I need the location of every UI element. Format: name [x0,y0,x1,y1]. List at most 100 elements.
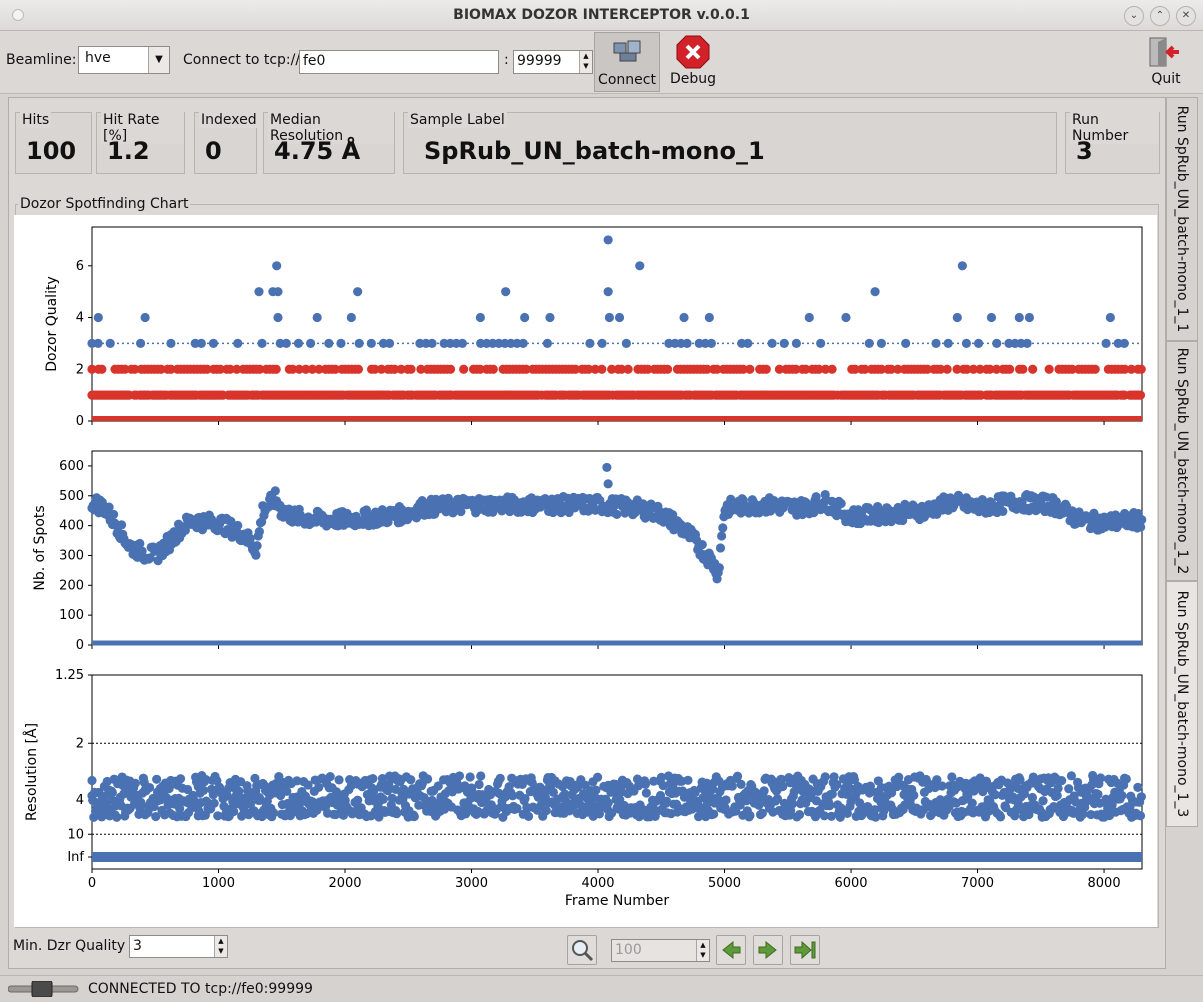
resolution-point [378,794,388,804]
quality-point [271,364,281,374]
resolution-point [727,781,737,791]
resolution-point [314,782,324,792]
sample-label-box: Sample Label SpRub_UN_batch-mono_1 [403,112,1057,174]
quality-point [1135,390,1146,400]
x-tick-label: 8000 [1088,876,1121,891]
chart-canvas[interactable]: 0 1000 2000 3000 4000 5000 6000 7000 8000 Frame N… [14,215,1157,927]
quality-point [488,364,498,374]
resolution-point [683,775,693,785]
beamline-select[interactable]: hve ▼ [78,46,170,74]
quality-point [704,312,714,323]
resolution-point [110,775,120,785]
quality-point [585,338,595,348]
quality-point [973,338,984,348]
quit-button[interactable]: Quit [1143,32,1189,92]
quality-point [804,312,814,323]
maximize-icon[interactable]: ⌃ [1150,6,1170,26]
y-tick-label: 200 [59,578,84,593]
resolution-point [995,812,1006,822]
minimize-icon[interactable]: ⌄ [1124,6,1144,26]
resolution-point [591,785,601,795]
quality-point [635,261,645,271]
quality-point [272,261,282,271]
tab-run-1[interactable]: Run SpRub_UN_batch-mono_1_1 [1166,97,1198,341]
debug-button[interactable]: Debug [666,32,720,92]
spots-point [602,462,612,473]
quality-point [281,338,291,348]
last-button[interactable] [790,935,820,965]
x-tick-label: 5000 [708,876,741,891]
quality-point [745,364,755,374]
connect-button-label: Connect [598,72,656,88]
quality-point [1101,338,1111,348]
min-quality-value: 3 [133,938,142,954]
quality-point [233,338,243,348]
quality-point [931,338,941,348]
resolution-point [476,771,486,781]
previous-button[interactable] [716,935,746,965]
connect-button[interactable]: Connect [594,32,660,92]
y-tick-label: 2 [76,736,84,751]
arrow-last-icon [794,940,816,960]
quality-point [957,261,967,271]
close-icon[interactable]: ✕ [1176,6,1196,26]
quality-point [623,364,633,374]
port-spinner[interactable]: ▲ ▼ [579,51,592,73]
resolution-point [229,806,239,817]
quality-point [1119,338,1129,348]
resolution-point [573,782,583,792]
resolution-point [140,785,150,795]
min-quality-spinner[interactable]: ▲ ▼ [214,936,227,957]
quality-point [679,312,689,323]
zoom-spinner[interactable]: ▲ ▼ [696,940,709,961]
quality-point [518,338,528,348]
quality-point [257,338,267,348]
resolution-point [983,782,993,792]
spots-point [717,531,727,541]
spots-point [109,509,119,520]
resolution-point [1096,773,1106,783]
quality-point [603,235,613,245]
indexed-value: 0 [205,137,222,165]
quality-point [1022,338,1032,348]
y-axis-label: Dozor Quality [44,276,60,372]
run-number-box: Run Number 3 [1065,112,1160,174]
port-input[interactable]: 99999 ▲ ▼ [513,50,593,74]
quality-point [597,338,607,348]
resolution-point [1112,778,1122,788]
quality-point [870,287,880,297]
spots-point [254,526,264,537]
quality-point [1024,312,1035,323]
indexed-label: Indexed [199,112,259,128]
quality-point [353,287,363,297]
resolution-point [825,801,835,811]
next-button[interactable] [753,935,783,965]
host-input[interactable]: fe0 [299,50,499,74]
quality-point [682,338,692,348]
tab-run-2[interactable]: Run SpRub_UN_batch-mono_1_2 [1166,341,1198,581]
network-icon [613,40,641,62]
zoom-input[interactable]: 100 ▲ ▼ [611,939,710,962]
quality-point [901,338,911,348]
connect-label: Connect to tcp:// [183,52,301,68]
resolution-point [269,783,279,793]
magnifier-icon [572,940,594,962]
hits-box: Hits 100 [15,112,92,174]
quality-point [992,338,1002,348]
resolution-point [231,785,241,795]
debug-button-label: Debug [669,71,717,87]
min-quality-input[interactable]: 3 ▲ ▼ [129,935,228,958]
dozor-chart[interactable]: 0 1000 2000 3000 4000 5000 6000 7000 8000Frame N… [14,215,1157,927]
tab-run-3[interactable]: Run SpRub_UN_batch-mono_1_3 [1166,581,1198,827]
spots-point [603,479,613,489]
resolution-point [787,799,798,809]
quality-point [93,338,103,348]
zoom-button[interactable] [567,935,597,965]
quality-point [312,312,322,323]
indexed-box: Indexed 0 [194,112,259,174]
quality-point [986,312,997,323]
sample-label-value: SpRub_UN_batch-mono_1 [424,137,765,165]
resolution-point [846,784,856,794]
resolution-point [618,779,628,789]
spots-point [718,523,728,533]
